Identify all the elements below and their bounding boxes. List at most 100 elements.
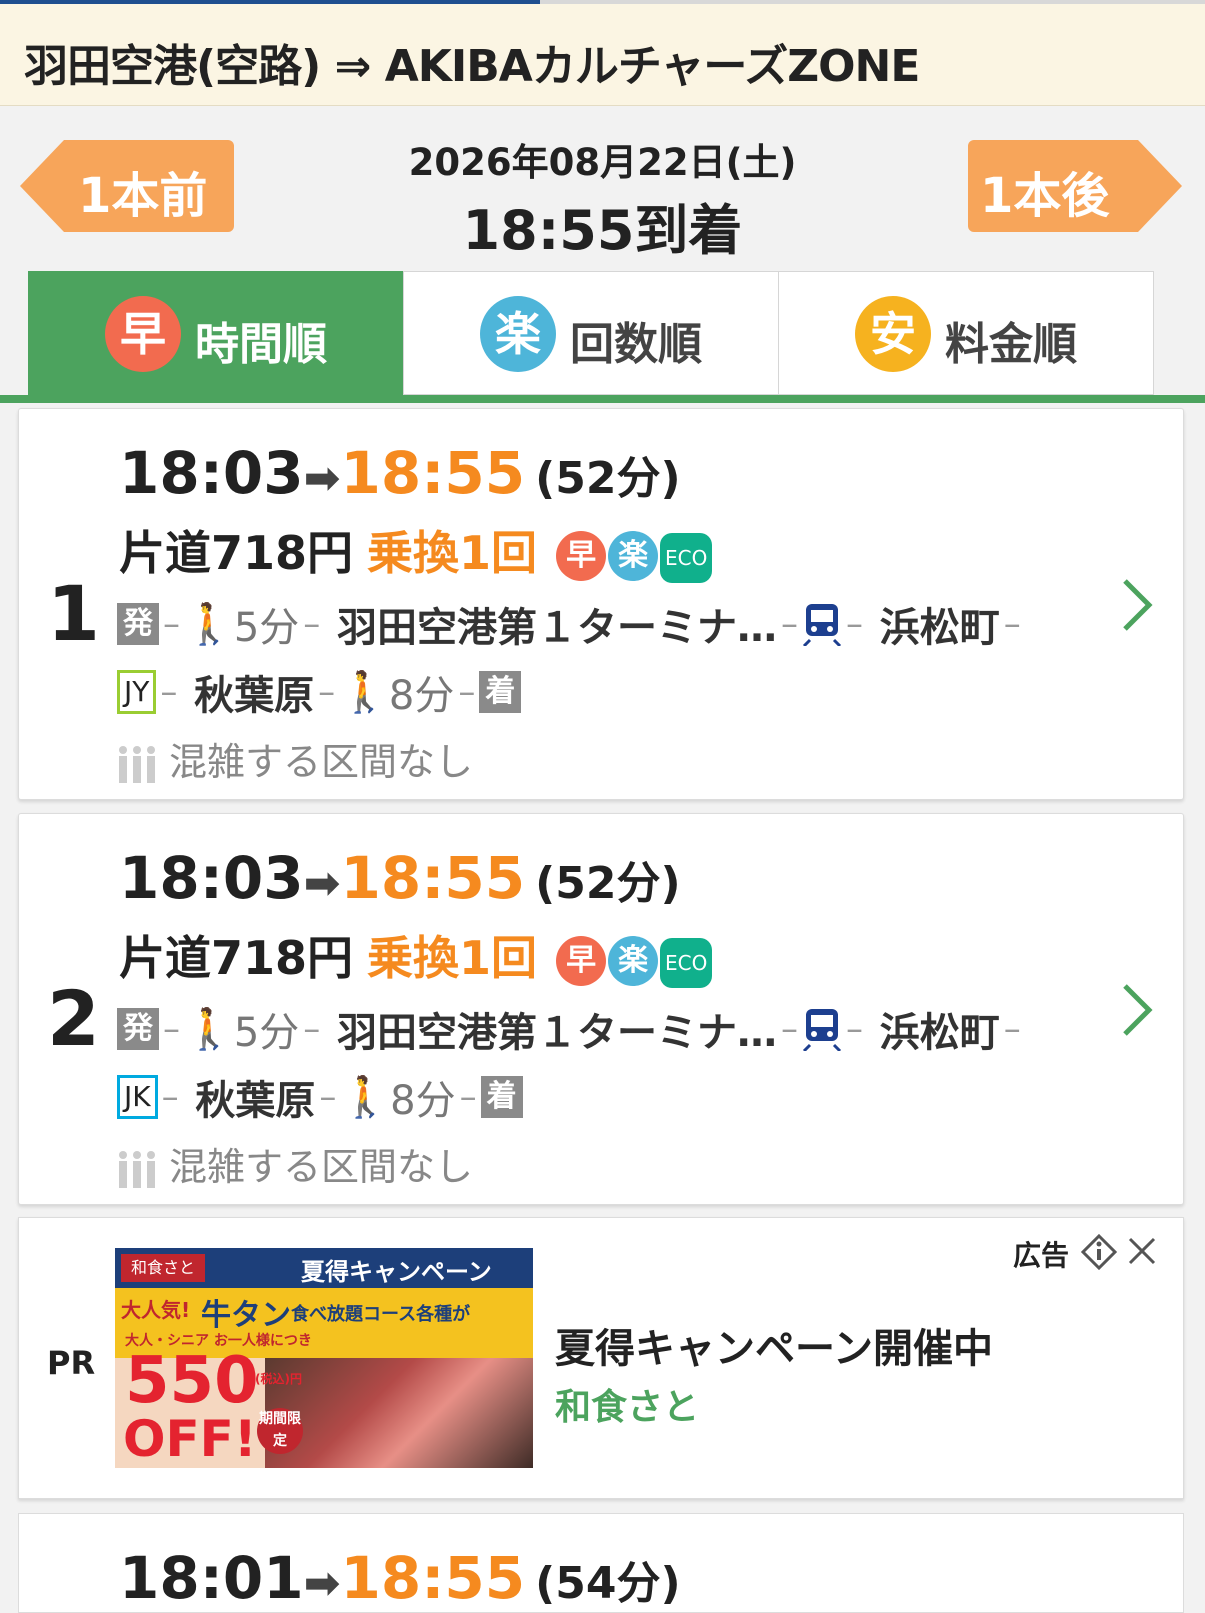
ad-banner-image[interactable]: 和食さと 夏得キャンペーン 大人気! 牛タン 食べ放題コース各種が 大人・シニア… <box>115 1248 533 1468</box>
banner-course: 食べ放題コース各種が <box>291 1304 471 1325</box>
banner-price: 550 <box>125 1344 259 1418</box>
tab-label: 回数順 <box>570 319 702 370</box>
arrow-right-icon: ➡ <box>303 453 341 504</box>
walk-icon: 🚶 <box>184 1006 234 1053</box>
banner-popular: 大人気! <box>121 1298 191 1322</box>
station-name: 羽田空港第１ターミナ… <box>336 605 777 651</box>
arrival-tag: 着 <box>480 1076 523 1118</box>
ad-info-icon[interactable] <box>1081 1234 1117 1270</box>
crowding-info: 混雑する区間なし <box>117 731 473 786</box>
eco-badge-icon: ECO <box>660 938 713 988</box>
duration: (54分) <box>535 1558 681 1609</box>
fare: 片道718円 <box>119 526 354 580</box>
tab-time-order[interactable]: 早 時間順 <box>28 271 404 395</box>
station-name: 秋葉原 <box>194 673 315 719</box>
arrival-tag: 着 <box>479 671 522 713</box>
fast-badge-icon: 早 <box>556 936 607 986</box>
banner-item: 牛タン <box>201 1298 291 1333</box>
easy-badge-icon: 楽 <box>608 531 659 581</box>
fare-row: 片道718円 乗換1回 早楽 ECO <box>119 517 713 583</box>
crowding-text: 混雑する区間なし <box>169 1145 474 1189</box>
brand-logo: 和食さと <box>121 1254 205 1282</box>
walk-time: 5分 <box>233 605 300 651</box>
walk-time: 8分 <box>388 673 455 719</box>
next-train-button[interactable]: 1本後 <box>968 140 1182 232</box>
banner-campaign: 夏得キャンペーン <box>301 1258 492 1286</box>
crowding-text: 混雑する区間なし <box>169 740 474 784</box>
walk-icon: 🚶 <box>340 1074 391 1121</box>
station-name: 秋葉原 <box>195 1078 316 1124</box>
station-name: 羽田空港第１ターミナ… <box>336 1010 777 1056</box>
arrow-right-icon: ➡ <box>303 1558 341 1609</box>
route-card-2[interactable]: 2 18:03➡18:55 (52分) 片道718円 乗換1回 早楽 ECO 発 – 🚶5… <box>18 813 1184 1205</box>
route-rank: 2 <box>47 974 100 1063</box>
chevron-right-icon[interactable] <box>1117 980 1157 1040</box>
tab-transfer-order[interactable]: 楽 回数順 <box>403 271 779 395</box>
right-arrow-icon <box>1138 140 1182 232</box>
arrival-time: 18:55 <box>340 844 526 912</box>
ad-label: 広告 <box>1013 1239 1070 1272</box>
arrival-time: 18:55 <box>340 1544 526 1612</box>
route-summary-line1: 発 – 🚶5分 – 羽田空港第１ターミナ… – – 浜松町 – <box>117 1000 1025 1058</box>
walk-icon: 🚶 <box>184 601 234 648</box>
banner-yen: (税込)円 <box>255 1372 302 1386</box>
departure-tag: 発 <box>117 1008 159 1050</box>
departure-tag: 発 <box>117 603 159 645</box>
route-times: 18:01➡18:55 (54分) <box>119 1544 681 1612</box>
chevron-right-icon[interactable] <box>1117 575 1157 635</box>
easy-badge-icon: 楽 <box>480 296 556 372</box>
time-nav: 1本前 2026年08月22日(土) 18:55到着 1本後 <box>0 106 1205 271</box>
route-summary-line2: JY – 秋葉原 – 🚶8分 – 着 <box>117 663 522 721</box>
route-rank: 1 <box>47 569 100 658</box>
departure-time: 18:01 <box>119 1544 304 1612</box>
route-times: 18:03➡18:55 (52分) <box>119 439 681 507</box>
fast-badge-icon: 早 <box>556 531 607 581</box>
banner-limited: 期間限定 <box>257 1408 303 1454</box>
transfer-count: 乗換1回 <box>367 931 538 985</box>
train-icon <box>802 604 842 646</box>
sort-tabs: 早 時間順 楽 回数順 安 料金順 <box>28 271 1178 397</box>
transfer-count: 乗換1回 <box>367 526 538 580</box>
easy-badge-icon: 楽 <box>608 936 659 986</box>
walk-time: 5分 <box>233 1010 300 1056</box>
page-title: 羽田空港(空路) ⇒ AKIBAカルチャーズZONE <box>24 41 920 92</box>
tab-label: 料金順 <box>945 319 1077 370</box>
tab-label: 時間順 <box>195 319 327 370</box>
arrival-time: 18:55 <box>340 439 526 507</box>
walk-icon: 🚶 <box>339 669 389 716</box>
departure-time: 18:03 <box>119 439 304 507</box>
duration: (52分) <box>535 453 681 504</box>
tab-underline <box>0 395 1205 403</box>
crowding-info: 混雑する区間なし <box>117 1136 473 1191</box>
fast-badge-icon: 早 <box>105 296 181 372</box>
pr-label: PR <box>47 1344 96 1382</box>
arrow-right-icon: ➡ <box>303 858 341 909</box>
route-card-3[interactable]: 18:01➡18:55 (54分) <box>18 1513 1184 1613</box>
ad-sponsor[interactable]: 和食さと <box>555 1378 699 1430</box>
cheap-badge-icon: 安 <box>855 296 931 372</box>
tab-fare-order[interactable]: 安 料金順 <box>778 271 1154 395</box>
next-train-label: 1本後 <box>980 168 1110 224</box>
line-code-badge: JK <box>117 1075 158 1119</box>
crowd-icon <box>119 745 155 783</box>
walk-time: 8分 <box>390 1078 456 1124</box>
eco-badge-icon: ECO <box>660 533 713 583</box>
crowd-icon <box>119 1150 155 1188</box>
route-card-1[interactable]: 1 18:03➡18:55 (52分) 片道718円 乗換1回 早楽 ECO 発 – 🚶5… <box>18 408 1184 800</box>
ad-card[interactable]: PR 和食さと 夏得キャンペーン 大人気! 牛タン 食べ放題コース各種が 大人・… <box>18 1217 1184 1499</box>
banner-off: OFF! <box>123 1410 257 1468</box>
line-code-badge: JY <box>117 670 157 714</box>
route-summary-line2: JK – 秋葉原 – 🚶8分 – 着 <box>117 1068 523 1126</box>
station-name: 浜松町 <box>879 1010 1000 1056</box>
meat-photo <box>265 1358 533 1468</box>
fare: 片道718円 <box>119 931 354 985</box>
duration: (52分) <box>535 858 681 909</box>
ad-title[interactable]: 夏得キャンペーン開催中 <box>555 1316 993 1374</box>
station-name: 浜松町 <box>879 605 1000 651</box>
route-summary-line1: 発 – 🚶5分 – 羽田空港第１ターミナ… – – 浜松町 – <box>117 595 1025 653</box>
route-times: 18:03➡18:55 (52分) <box>119 844 681 912</box>
departure-time: 18:03 <box>119 844 304 912</box>
train-icon <box>802 1009 842 1051</box>
close-icon[interactable] <box>1127 1236 1157 1266</box>
fare-row: 片道718円 乗換1回 早楽 ECO <box>119 922 713 988</box>
